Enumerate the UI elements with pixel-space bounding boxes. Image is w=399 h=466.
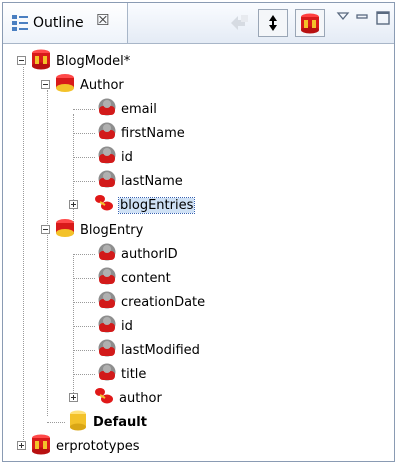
entity-icon bbox=[54, 72, 76, 98]
tree-item-label: BlogEntry bbox=[80, 222, 144, 238]
tab-outline-label: Outline bbox=[33, 15, 84, 31]
tree-connector bbox=[73, 133, 95, 134]
database-icon bbox=[67, 409, 89, 435]
attribute-icon bbox=[97, 266, 117, 290]
tree-item-erprototypes[interactable]: erprototypes bbox=[17, 434, 139, 458]
collapse-toggle[interactable] bbox=[41, 225, 50, 234]
outline-tree: BlogModel* Author email firstName id las… bbox=[3, 44, 394, 461]
tree-item-label: id bbox=[121, 318, 133, 334]
sort-icon bbox=[269, 15, 277, 31]
tree-item-attribute[interactable]: authorID bbox=[73, 242, 178, 266]
tab-outline[interactable]: Outline ☒ bbox=[3, 3, 128, 43]
model-icon bbox=[301, 13, 319, 34]
tree-item-label: lastModified bbox=[121, 342, 200, 358]
outline-view: Outline ☒ BlogModel* Author email firstN… bbox=[2, 2, 395, 462]
tree-item-attribute[interactable]: id bbox=[73, 145, 133, 169]
entity-icon bbox=[54, 217, 76, 243]
attribute-icon bbox=[97, 290, 117, 314]
collapse-toggle[interactable] bbox=[17, 56, 26, 65]
link-icon[interactable] bbox=[228, 13, 250, 37]
tree-item-label: firstName bbox=[121, 125, 185, 141]
maximize-icon[interactable] bbox=[375, 10, 391, 30]
collapse-toggle[interactable] bbox=[41, 80, 50, 89]
expand-toggle[interactable] bbox=[69, 393, 78, 402]
model-icon bbox=[30, 48, 52, 74]
tree-connector bbox=[47, 90, 48, 416]
tree-item-attribute[interactable]: creationDate bbox=[73, 290, 206, 314]
tree-connector bbox=[47, 422, 65, 423]
tree-item-author-entity[interactable]: Author bbox=[41, 73, 124, 97]
tree-item-label: BlogModel* bbox=[56, 53, 131, 69]
view-menu-icon[interactable] bbox=[336, 11, 350, 27]
outline-icon bbox=[11, 14, 29, 36]
tree-item-attribute[interactable]: email bbox=[73, 97, 157, 121]
tree-connector bbox=[73, 278, 95, 279]
sort-button[interactable] bbox=[258, 9, 288, 37]
attribute-icon bbox=[97, 97, 117, 121]
relationship-icon bbox=[93, 193, 115, 217]
tree-item-label: Default bbox=[93, 414, 147, 430]
attribute-icon bbox=[97, 362, 117, 386]
tree-connector bbox=[73, 350, 95, 351]
expand-toggle[interactable] bbox=[69, 200, 78, 209]
tree-item-label: email bbox=[121, 101, 157, 117]
tree-item-label: erprototypes bbox=[56, 438, 140, 454]
tree-item-attribute[interactable]: lastName bbox=[73, 169, 183, 193]
model-filter-button[interactable] bbox=[295, 9, 325, 37]
tree-connector bbox=[73, 326, 95, 327]
tree-item-label: blogEntries bbox=[117, 196, 196, 214]
tree-item-default-database[interactable]: Default bbox=[47, 409, 147, 435]
attribute-icon bbox=[97, 338, 117, 362]
tree-connector bbox=[73, 374, 95, 375]
tree-connector bbox=[73, 157, 95, 158]
tree-connector bbox=[73, 109, 95, 110]
tree-item-attribute[interactable]: title bbox=[73, 362, 147, 386]
attribute-icon bbox=[97, 169, 117, 193]
tree-item-label: title bbox=[121, 366, 147, 382]
relationship-icon bbox=[93, 386, 115, 410]
tree-item-label: lastName bbox=[121, 173, 183, 189]
tree-item-label: creationDate bbox=[121, 294, 206, 310]
tree-item-blogentry-entity[interactable]: BlogEntry bbox=[41, 218, 143, 242]
tree-item-attribute[interactable]: id bbox=[73, 314, 133, 338]
attribute-icon bbox=[97, 121, 117, 145]
minimize-icon[interactable] bbox=[355, 11, 369, 27]
close-icon[interactable]: ☒ bbox=[96, 11, 109, 29]
attribute-icon bbox=[97, 145, 117, 169]
tree-connector bbox=[73, 254, 95, 255]
tree-connector bbox=[23, 67, 24, 440]
view-titlebar: Outline ☒ bbox=[3, 3, 394, 43]
attribute-icon bbox=[97, 314, 117, 338]
tree-item-label: content bbox=[121, 270, 171, 286]
tree-item-relationship-author[interactable]: author bbox=[67, 386, 162, 410]
tree-item-relationship-blogentries[interactable]: blogEntries bbox=[67, 193, 196, 217]
tree-item-label: id bbox=[121, 149, 133, 165]
tree-item-attribute[interactable]: lastModified bbox=[73, 338, 200, 362]
tree-item-blogmodel[interactable]: BlogModel* bbox=[17, 49, 130, 73]
tree-item-attribute[interactable]: content bbox=[73, 266, 171, 290]
tree-connector bbox=[73, 181, 95, 182]
tree-connector bbox=[73, 302, 95, 303]
model-icon bbox=[30, 433, 52, 459]
tree-item-label: Author bbox=[80, 77, 124, 93]
tree-item-label: author bbox=[119, 390, 162, 406]
tree-item-label: authorID bbox=[121, 246, 178, 262]
attribute-icon bbox=[97, 242, 117, 266]
expand-toggle[interactable] bbox=[17, 441, 26, 450]
tree-item-attribute[interactable]: firstName bbox=[73, 121, 185, 145]
